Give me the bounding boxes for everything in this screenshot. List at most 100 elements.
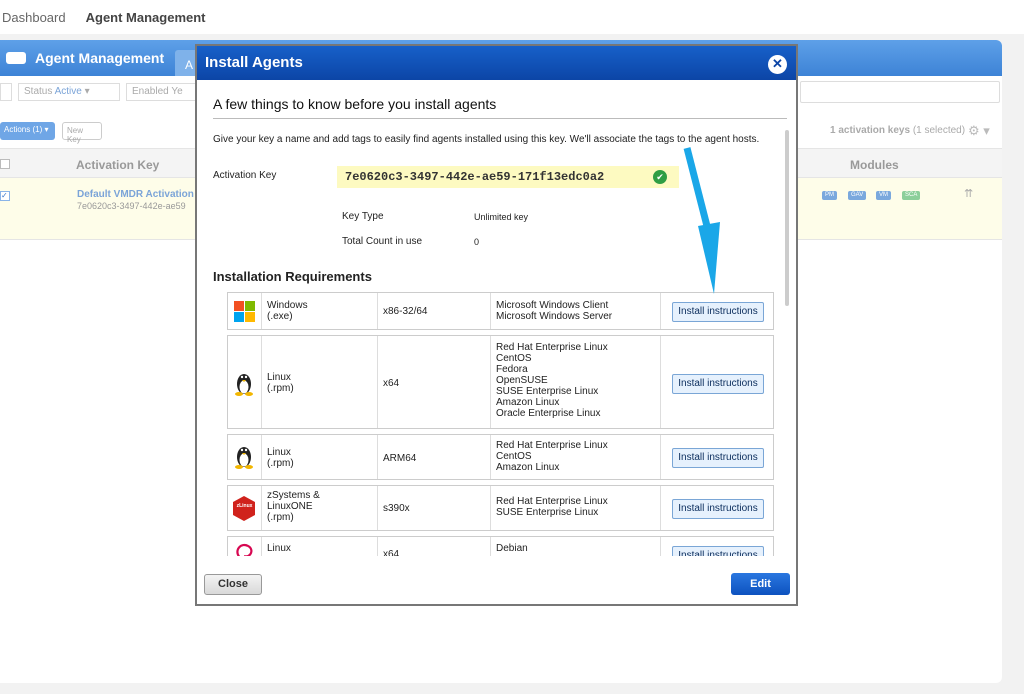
install-instructions-button-linux-x64[interactable]: Install instructions: [672, 374, 764, 394]
linux-tux-icon: [228, 435, 261, 479]
arch-cell: s390x: [377, 486, 490, 530]
arch-cell: x64: [377, 336, 490, 428]
button-cell: Install instructions: [660, 435, 773, 479]
install-instructions-button-debian[interactable]: Install instructions: [672, 546, 764, 556]
modal-subtitle: A few things to know before you install …: [213, 96, 497, 112]
subtitle-divider: [213, 118, 787, 119]
requirement-row-debian: Linux x64 Debian Install instructions: [227, 536, 774, 556]
distro-item: Microsoft Windows Server: [496, 311, 613, 322]
linux-tux-icon: [228, 336, 261, 428]
top-breadcrumb: Dashboard Agent Management: [0, 0, 1024, 34]
install-instructions-button-windows[interactable]: Install instructions: [672, 302, 764, 322]
enabled-filter-label: Enabled: [132, 86, 169, 97]
arch-cell: x64: [377, 537, 490, 556]
os-line: Linux: [267, 372, 291, 383]
os-name: Linux (.rpm): [267, 372, 294, 394]
requirement-row-linux-x64: Linux (.rpm) x64 Red Hat Enterprise Linu…: [227, 335, 774, 429]
os-cell: Linux (.rpm): [261, 336, 377, 428]
distro-cell: Red Hat Enterprise Linux CentOS Amazon L…: [490, 435, 660, 479]
enabled-filter-value: Ye: [171, 86, 183, 97]
select-all-checkbox[interactable]: [0, 159, 10, 169]
install-agents-modal: Install Agents ✕ A few things to know be…: [195, 44, 798, 606]
arch-value: s390x: [383, 503, 410, 514]
modal-footer: Close Edit: [197, 556, 796, 604]
arch-value: x86-32/64: [383, 306, 428, 317]
install-instructions-button-linux-arm64[interactable]: Install instructions: [672, 448, 764, 468]
count-selected: (1 selected): [912, 125, 966, 136]
os-name: zSystems & LinuxONE (.rpm): [267, 490, 320, 523]
activation-key-count: 1 activation keys (1 selected): [830, 125, 965, 136]
key-type-value: Unlimited key: [474, 212, 529, 222]
install-instructions-button-zsystems[interactable]: Install instructions: [672, 499, 764, 519]
total-count-label: Total Count in use: [342, 236, 423, 247]
edit-button[interactable]: Edit: [731, 573, 790, 595]
distro-list: Red Hat Enterprise Linux SUSE Enterprise…: [496, 496, 608, 518]
zlinux-icon: zLinux: [228, 486, 261, 530]
new-key-button[interactable]: New Key: [62, 122, 102, 144]
modal-title: Install Agents: [205, 54, 303, 71]
distro-item: Fedora: [496, 364, 528, 375]
os-line: (.rpm): [267, 512, 294, 523]
status-filter[interactable]: Status Active ▾: [18, 83, 120, 101]
os-line: Windows: [267, 300, 308, 311]
module-badge-sca: SCA: [902, 191, 921, 200]
row-key-value: 7e0620c3-3497-442e-ae59: [77, 201, 186, 211]
os-cell: Linux (.rpm): [261, 435, 377, 479]
distro-cell: Microsoft Windows Client Microsoft Windo…: [490, 293, 660, 329]
os-name: Linux: [267, 543, 291, 554]
os-line: Linux: [267, 543, 291, 554]
column-activation-key[interactable]: Activation Key: [76, 158, 159, 172]
activation-key-label: Activation Key: [213, 170, 277, 181]
arch-value: ARM64: [383, 453, 417, 464]
os-line: LinuxONE: [267, 501, 313, 512]
button-cell: Install instructions: [660, 336, 773, 428]
distro-item: OpenSUSE: [496, 375, 548, 386]
arch-cell: x86-32/64: [377, 293, 490, 329]
distro-item: SUSE Enterprise Linux: [496, 507, 599, 518]
arch-value: x64: [383, 378, 400, 389]
row-key-name[interactable]: Default VMDR Activation: [77, 189, 194, 200]
distro-item: Red Hat Enterprise Linux: [496, 440, 608, 451]
arch-value: x64: [383, 549, 400, 556]
check-circle-icon: ✔: [653, 170, 667, 184]
sort-arrows-icon[interactable]: ⇈: [964, 187, 973, 200]
row-checkbox[interactable]: ✓: [0, 191, 10, 201]
breadcrumb-current: Agent Management: [85, 9, 206, 25]
arch-cell: ARM64: [377, 435, 490, 479]
distro-item: Red Hat Enterprise Linux: [496, 342, 608, 353]
zlinux-icon-label: zLinux: [236, 503, 253, 509]
status-filter-value: Active: [54, 86, 82, 97]
module-badge-vm: VM: [876, 191, 891, 200]
distro-list: Red Hat Enterprise Linux CentOS Fedora O…: [496, 342, 608, 419]
search-input[interactable]: [800, 81, 1000, 103]
activation-key-value: 7e0620c3-3497-442e-ae59-171f13edc0a2: [345, 170, 605, 184]
close-button[interactable]: Close: [204, 574, 262, 595]
os-line: zSystems &: [267, 490, 320, 501]
gear-icon[interactable]: ⚙ ▾: [968, 123, 990, 139]
os-cell: Windows (.exe): [261, 293, 377, 329]
distro-item: Debian: [496, 543, 528, 554]
distro-item: CentOS: [496, 451, 532, 462]
distro-item: Microsoft Windows Client: [496, 300, 609, 311]
button-cell: Install instructions: [660, 293, 773, 329]
distro-item: Oracle Enterprise Linux: [496, 408, 601, 419]
scrollbar-thumb[interactable]: [785, 130, 789, 306]
distro-item: SUSE Enterprise Linux: [496, 386, 599, 397]
breadcrumb-dashboard-link[interactable]: Dashboard: [2, 10, 66, 25]
distro-list: Red Hat Enterprise Linux CentOS Amazon L…: [496, 440, 608, 473]
count-main: 1 activation keys: [830, 125, 911, 136]
actions-dropdown-button[interactable]: Actions (1) ▾: [0, 122, 55, 140]
status-filter-label: Status: [24, 86, 53, 97]
distro-list: Microsoft Windows Client Microsoft Windo…: [496, 300, 612, 322]
enabled-filter[interactable]: Enabled Ye: [126, 83, 198, 101]
modal-scrollbar[interactable]: [785, 130, 791, 555]
list-view-icon[interactable]: [0, 83, 12, 101]
module-badge-pm: PM: [822, 191, 837, 200]
debian-icon: [228, 537, 261, 556]
intro-text: Give your key a name and add tags to eas…: [213, 134, 760, 145]
os-cell: zSystems & LinuxONE (.rpm): [261, 486, 377, 530]
windows-icon: [228, 293, 261, 329]
distro-list: Debian: [496, 543, 528, 554]
requirement-row-windows: Windows (.exe) x86-32/64 Microsoft Windo…: [227, 292, 774, 330]
close-icon[interactable]: ✕: [768, 55, 787, 74]
